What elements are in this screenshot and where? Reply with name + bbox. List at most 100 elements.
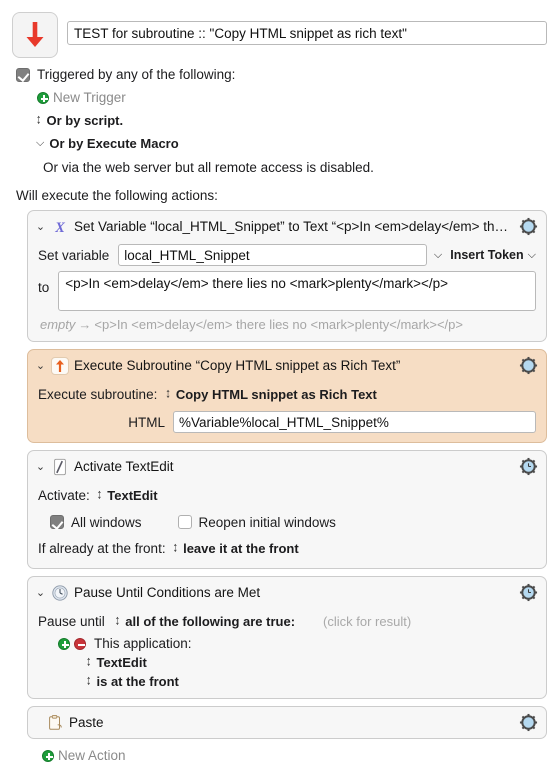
all-windows-checkbox[interactable]: [50, 515, 64, 529]
activate-row: Activate: ↕ TextEdit: [38, 484, 536, 506]
new-trigger-button[interactable]: New Trigger: [16, 82, 559, 105]
action-title-text: Set Variable “local_HTML_Snippet” to Tex…: [74, 219, 508, 234]
updown-arrows-icon: ↕: [36, 112, 42, 128]
chevron-down-icon: ⌵: [36, 137, 45, 149]
html-input[interactable]: %Variable%local_HTML_Snippet%: [173, 411, 536, 433]
set-variable-row: Set variable local_HTML_Snippet ⌵ Insert…: [38, 244, 536, 266]
condition-app-popup[interactable]: TextEdit: [97, 655, 147, 670]
gear-clock-icon[interactable]: [519, 583, 538, 602]
condition-type-label: This application:: [94, 636, 192, 651]
or-by-execute-macro-label: Or by Execute Macro: [49, 136, 179, 151]
new-trigger-label: New Trigger: [53, 90, 126, 105]
script-x-icon: X: [54, 219, 65, 235]
action-title-row[interactable]: ⌄ X Set Variable “local_HTML_Snippet” to…: [28, 211, 546, 242]
or-by-script-row[interactable]: ↕ Or by script.: [16, 105, 559, 128]
macro-icon-button[interactable]: [12, 12, 58, 58]
condition-row: This application:: [38, 636, 536, 651]
insert-token-chevron-icon[interactable]: ⌵: [528, 249, 536, 262]
front-behavior-popup[interactable]: leave it at the front: [183, 541, 299, 556]
add-condition-button[interactable]: [58, 637, 70, 650]
action-body: Activate: ↕ TextEdit All windows Reopen …: [28, 484, 546, 568]
set-variable-label: Set variable: [38, 247, 110, 263]
textedit-icon: [54, 458, 66, 475]
action-paste[interactable]: Paste: [27, 706, 547, 739]
subroutine-name-popup[interactable]: Copy HTML snippet as Rich Text: [176, 387, 377, 402]
action-title-text: Execute Subroutine “Copy HTML snippet as…: [74, 358, 401, 373]
pause-until-label: Pause until: [38, 613, 105, 629]
trigger-section: Triggered by any of the following: New T…: [0, 58, 559, 175]
action-title-row[interactable]: ⌄ Activate TextEdit: [28, 451, 546, 482]
remove-condition-button[interactable]: [74, 637, 86, 650]
click-for-result-link[interactable]: (click for result): [323, 614, 411, 629]
insert-token-button[interactable]: Insert Token: [450, 248, 523, 262]
action-body: Pause until ↕ all of the following are t…: [28, 610, 546, 698]
action-body: Set variable local_HTML_Snippet ⌵ Insert…: [28, 244, 546, 341]
reopen-initial-windows-label: Reopen initial windows: [198, 514, 336, 530]
gear-clock-icon[interactable]: [519, 457, 538, 476]
plus-circle-icon: [37, 91, 49, 104]
actions-header: Will execute the following actions:: [16, 188, 218, 203]
updown-arrows-icon[interactable]: ↕: [173, 541, 179, 555]
gear-icon[interactable]: [519, 713, 538, 732]
preview-from: empty: [40, 317, 76, 332]
updown-arrows-icon[interactable]: ↕: [86, 674, 92, 689]
pause-until-row: Pause until ↕ all of the following are t…: [38, 610, 536, 632]
front-behavior-row: If already at the front: ↕ leave it at t…: [38, 537, 536, 559]
preview-to: <p>In <em>delay</em> there lies no <mark…: [94, 317, 463, 332]
updown-arrows-icon[interactable]: ↕: [115, 614, 121, 628]
web-server-note: Or via the web server but all remote acc…: [43, 160, 374, 175]
updown-arrows-icon[interactable]: ↕: [97, 488, 103, 502]
action-set-variable[interactable]: ⌄ X Set Variable “local_HTML_Snippet” to…: [27, 210, 547, 342]
disclosure-triangle-icon[interactable]: ⌄: [35, 220, 46, 233]
condition-state-row: ↕ is at the front: [38, 674, 536, 689]
updown-arrows-icon[interactable]: ↕: [86, 655, 92, 670]
macro-name-input[interactable]: TEST for subroutine :: "Copy HTML snippe…: [67, 21, 547, 45]
value-textarea[interactable]: <p>In <em>delay</em> there lies no <mark…: [58, 271, 536, 311]
action-title-text: Paste: [69, 715, 104, 730]
action-title-row[interactable]: Paste: [28, 707, 546, 738]
action-execute-subroutine[interactable]: ⌄ Execute Subroutine “Copy HTML snippet …: [27, 349, 547, 443]
to-label: to: [38, 280, 50, 295]
execute-subroutine-row: Execute subroutine: ↕ Copy HTML snippet …: [38, 383, 536, 405]
macro-header: TEST for subroutine :: "Copy HTML snippe…: [0, 0, 559, 58]
or-by-execute-macro-row[interactable]: ⌵ Or by Execute Macro: [16, 128, 559, 151]
front-behavior-label: If already at the front:: [38, 540, 166, 556]
app-name-popup[interactable]: TextEdit: [107, 488, 157, 503]
red-down-arrow-icon: [26, 22, 44, 47]
orange-up-arrow-icon: [51, 356, 69, 375]
svg-text:X: X: [54, 219, 65, 235]
action-title-text: Pause Until Conditions are Met: [74, 585, 261, 600]
disclosure-triangle-icon[interactable]: ⌄: [35, 460, 46, 473]
action-activate-textedit[interactable]: ⌄ Activate TextEdit Activate: ↕ TextEdit…: [27, 450, 547, 569]
pause-condition-popup[interactable]: all of the following are true:: [125, 614, 295, 629]
action-title-row[interactable]: ⌄ Execute Subroutine “Copy HTML snippet …: [28, 350, 546, 381]
disclosure-triangle-icon[interactable]: ⌄: [35, 586, 46, 599]
clock-icon: [52, 584, 68, 601]
triggered-by-row[interactable]: Triggered by any of the following:: [16, 67, 559, 82]
action-title-row[interactable]: ⌄ Pause Until Conditions are Met: [28, 577, 546, 608]
condition-app-row: ↕ TextEdit: [38, 655, 536, 670]
new-action-label: New Action: [58, 748, 126, 763]
all-windows-label: All windows: [71, 514, 142, 530]
variable-popup-chevron-icon[interactable]: ⌵: [434, 249, 442, 262]
new-action-button[interactable]: New Action: [27, 746, 547, 763]
plus-circle-icon: [42, 749, 54, 762]
clipboard-paste-icon: [49, 714, 62, 730]
preview-arrow-icon: →: [78, 317, 92, 332]
updown-arrows-icon[interactable]: ↕: [165, 387, 171, 401]
activate-label: Activate:: [38, 487, 90, 503]
gear-icon[interactable]: [519, 356, 538, 375]
value-preview: empty → <p>In <em>delay</em> there lies no…: [38, 311, 536, 332]
html-label: HTML: [128, 414, 165, 430]
windows-options-row: All windows Reopen initial windows: [38, 511, 536, 533]
disclosure-triangle-icon[interactable]: ⌄: [35, 359, 46, 372]
action-body: Execute subroutine: ↕ Copy HTML snippet …: [28, 383, 546, 442]
variable-name-input[interactable]: local_HTML_Snippet: [118, 244, 427, 266]
condition-state-popup[interactable]: is at the front: [97, 674, 179, 689]
action-pause-until[interactable]: ⌄ Pause Until Conditions are Met Pause u…: [27, 576, 547, 699]
value-row: to <p>In <em>delay</em> there lies no <m…: [38, 271, 536, 311]
gear-icon[interactable]: [519, 217, 538, 236]
reopen-initial-windows-checkbox[interactable]: [177, 515, 192, 529]
triggered-by-checkbox[interactable]: [16, 67, 30, 82]
action-title-text: Activate TextEdit: [74, 459, 174, 474]
